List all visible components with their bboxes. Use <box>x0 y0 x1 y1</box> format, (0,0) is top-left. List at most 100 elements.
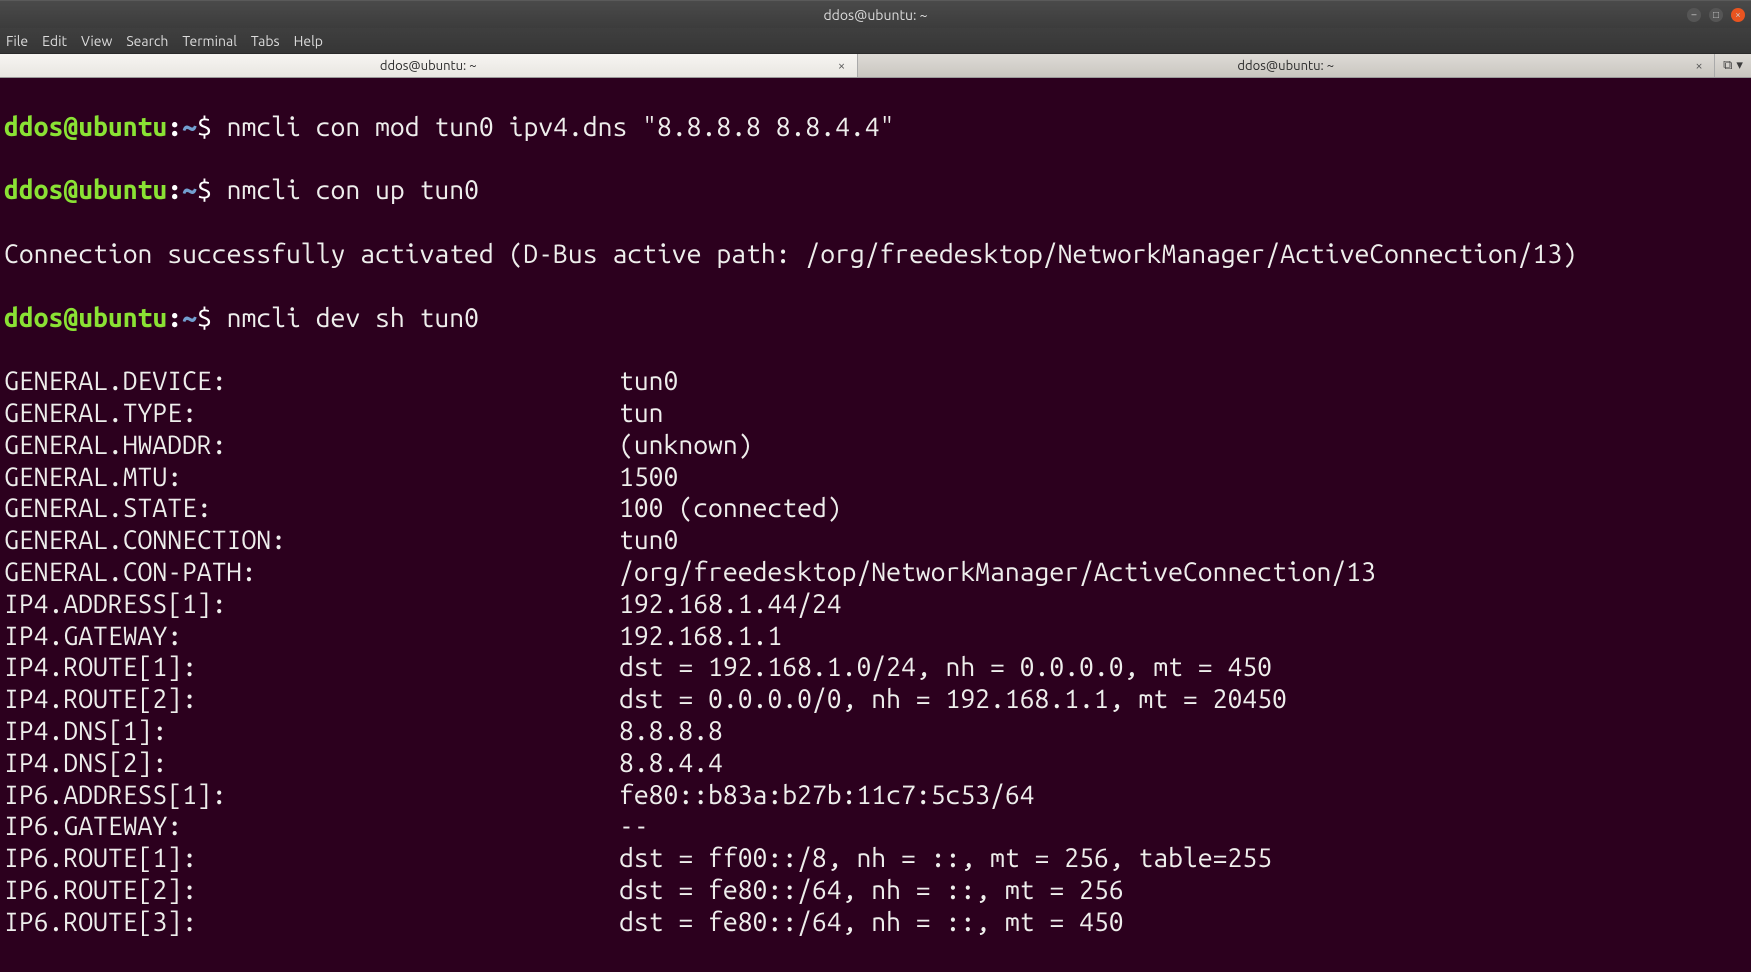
prompt-at: @ <box>63 175 78 205</box>
menu-help[interactable]: Help <box>294 33 323 49</box>
device-info-value: -- <box>619 811 649 841</box>
menu-file[interactable]: File <box>6 33 28 49</box>
window-titlebar: ddos@ubuntu: ~ – □ × <box>0 0 1751 28</box>
terminal-line: ddos@ubuntu:~$ nmcli dev sh tun0 <box>4 303 1747 335</box>
menu-tabs[interactable]: Tabs <box>251 33 280 49</box>
device-info-row: IP4.ADDRESS[1]:192.168.1.44/24 <box>4 589 1747 621</box>
menu-view[interactable]: View <box>81 33 112 49</box>
prompt-host: ubuntu <box>78 303 167 333</box>
tab-2[interactable]: ddos@ubuntu: ~ × <box>858 54 1716 77</box>
device-info-key: IP6.ROUTE[3]: <box>4 907 619 939</box>
menu-search[interactable]: Search <box>126 33 168 49</box>
device-info-key: IP4.ROUTE[2]: <box>4 684 619 716</box>
prompt-path: ~ <box>182 303 197 333</box>
menu-edit[interactable]: Edit <box>42 33 67 49</box>
prompt-path: ~ <box>182 112 197 142</box>
prompt-colon: : <box>167 303 182 333</box>
device-info-row: GENERAL.DEVICE:tun0 <box>4 366 1747 398</box>
device-info-row: IP6.ADDRESS[1]:fe80::b83a:b27b:11c7:5c53… <box>4 780 1747 812</box>
prompt-user: ddos <box>4 112 63 142</box>
device-info-key: IP4.ROUTE[1]: <box>4 652 619 684</box>
device-info-value: dst = 0.0.0.0/0, nh = 192.168.1.1, mt = … <box>619 684 1287 714</box>
tab-close-icon[interactable]: × <box>1692 59 1706 73</box>
prompt-symbol: $ <box>197 303 227 333</box>
device-info-row: GENERAL.CON-PATH:/org/freedesktop/Networ… <box>4 557 1747 589</box>
device-info-row: IP6.ROUTE[3]:dst = fe80::/64, nh = ::, m… <box>4 907 1747 939</box>
device-info-value: 1500 <box>619 462 678 492</box>
device-info-key: GENERAL.HWADDR: <box>4 430 619 462</box>
device-info-value: dst = ff00::/8, nh = ::, mt = 256, table… <box>619 843 1272 873</box>
tab-1[interactable]: ddos@ubuntu: ~ × <box>0 54 858 77</box>
device-info-row: IP6.ROUTE[1]:dst = ff00::/8, nh = ::, mt… <box>4 843 1747 875</box>
device-info-key: GENERAL.CONNECTION: <box>4 525 619 557</box>
window-controls: – □ × <box>1687 8 1745 22</box>
device-info-value: 192.168.1.44/24 <box>619 589 842 619</box>
prompt-user: ddos <box>4 175 63 205</box>
menu-terminal[interactable]: Terminal <box>182 33 237 49</box>
device-info-block: GENERAL.DEVICE:tun0GENERAL.TYPE:tunGENER… <box>4 366 1747 938</box>
device-info-key: GENERAL.STATE: <box>4 493 619 525</box>
window-title: ddos@ubuntu: ~ <box>823 7 927 23</box>
device-info-row: GENERAL.TYPE:tun <box>4 398 1747 430</box>
menubar: File Edit View Search Terminal Tabs Help <box>0 28 1751 54</box>
device-info-key: GENERAL.DEVICE: <box>4 366 619 398</box>
device-info-value: 8.8.4.4 <box>619 748 723 778</box>
tab-label: ddos@ubuntu: ~ <box>380 59 477 73</box>
device-info-row: IP4.DNS[2]:8.8.4.4 <box>4 748 1747 780</box>
prompt-colon: : <box>167 175 182 205</box>
device-info-row: GENERAL.CONNECTION:tun0 <box>4 525 1747 557</box>
device-info-key: IP6.ROUTE[1]: <box>4 843 619 875</box>
device-info-row: GENERAL.STATE:100 (connected) <box>4 493 1747 525</box>
device-info-value: /org/freedesktop/NetworkManager/ActiveCo… <box>619 557 1376 587</box>
device-info-row: IP4.DNS[1]:8.8.8.8 <box>4 716 1747 748</box>
close-icon[interactable]: × <box>1731 8 1745 22</box>
new-tab-icon[interactable]: ⧉ <box>1723 58 1732 73</box>
device-info-key: IP4.GATEWAY: <box>4 621 619 653</box>
device-info-value: tun0 <box>619 525 678 555</box>
prompt-at: @ <box>63 112 78 142</box>
device-info-row: IP4.GATEWAY:192.168.1.1 <box>4 621 1747 653</box>
device-info-value: 8.8.8.8 <box>619 716 723 746</box>
minimize-icon[interactable]: – <box>1687 8 1701 22</box>
prompt-host: ubuntu <box>78 112 167 142</box>
output-text: Connection successfully activated (D-Bus… <box>4 239 1577 269</box>
command-text: nmcli dev sh tun0 <box>227 303 479 333</box>
terminal-line: ddos@ubuntu:~$ nmcli con up tun0 <box>4 175 1747 207</box>
device-info-value: dst = fe80::/64, nh = ::, mt = 256 <box>619 875 1124 905</box>
device-info-key: GENERAL.CON-PATH: <box>4 557 619 589</box>
device-info-key: IP4.DNS[1]: <box>4 716 619 748</box>
command-text: nmcli con mod tun0 ipv4.dns "8.8.8.8 8.8… <box>227 112 895 142</box>
prompt-symbol: $ <box>197 112 227 142</box>
device-info-key: IP6.ADDRESS[1]: <box>4 780 619 812</box>
prompt-host: ubuntu <box>78 175 167 205</box>
device-info-value: 100 (connected) <box>619 493 842 523</box>
device-info-value: dst = 192.168.1.0/24, nh = 0.0.0.0, mt =… <box>619 652 1272 682</box>
maximize-icon[interactable]: □ <box>1709 8 1723 22</box>
terminal-line: ddos@ubuntu:~$ nmcli con mod tun0 ipv4.d… <box>4 112 1747 144</box>
device-info-row: GENERAL.HWADDR:(unknown) <box>4 430 1747 462</box>
prompt-path: ~ <box>182 175 197 205</box>
device-info-value: fe80::b83a:b27b:11c7:5c53/64 <box>619 780 1035 810</box>
device-info-row: IP4.ROUTE[2]:dst = 0.0.0.0/0, nh = 192.1… <box>4 684 1747 716</box>
device-info-value: (unknown) <box>619 430 753 460</box>
terminal-output: Connection successfully activated (D-Bus… <box>4 239 1747 271</box>
device-info-key: GENERAL.TYPE: <box>4 398 619 430</box>
device-info-row: IP6.GATEWAY:-- <box>4 811 1747 843</box>
tab-overflow[interactable]: ⧉ ▾ <box>1715 54 1751 77</box>
device-info-value: 192.168.1.1 <box>619 621 782 651</box>
device-info-key: IP4.DNS[2]: <box>4 748 619 780</box>
device-info-key: IP6.ROUTE[2]: <box>4 875 619 907</box>
device-info-row: GENERAL.MTU:1500 <box>4 462 1747 494</box>
device-info-row: IP4.ROUTE[1]:dst = 192.168.1.0/24, nh = … <box>4 652 1747 684</box>
device-info-key: IP4.ADDRESS[1]: <box>4 589 619 621</box>
prompt-user: ddos <box>4 303 63 333</box>
tab-menu-icon[interactable]: ▾ <box>1736 58 1743 73</box>
device-info-row: IP6.ROUTE[2]:dst = fe80::/64, nh = ::, m… <box>4 875 1747 907</box>
device-info-value: dst = fe80::/64, nh = ::, mt = 450 <box>619 907 1124 937</box>
prompt-at: @ <box>63 303 78 333</box>
prompt-symbol: $ <box>197 175 227 205</box>
device-info-value: tun0 <box>619 366 678 396</box>
prompt-colon: : <box>167 112 182 142</box>
terminal-viewport[interactable]: ddos@ubuntu:~$ nmcli con mod tun0 ipv4.d… <box>0 78 1751 972</box>
tab-close-icon[interactable]: × <box>835 59 849 73</box>
